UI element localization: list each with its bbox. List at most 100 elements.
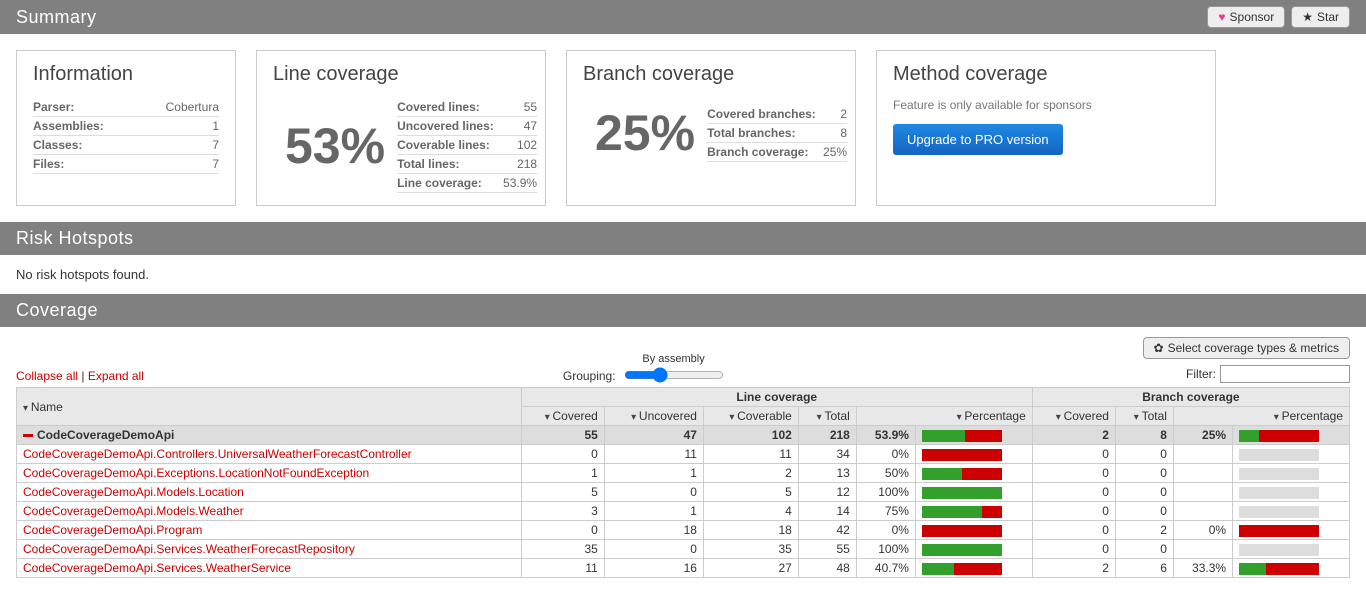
row-name: CodeCoverageDemoApi.Models.Location — [17, 483, 522, 502]
info-key: Assemblies: — [33, 117, 139, 136]
col-covered[interactable]: Covered — [521, 407, 604, 426]
info-val: Cobertura — [139, 98, 219, 117]
col-total[interactable]: Total — [798, 407, 856, 426]
select-metrics-button[interactable]: ✿Select coverage types & metrics — [1143, 337, 1350, 359]
table-row: CodeCoverageDemoApi.Services.WeatherServ… — [17, 559, 1350, 578]
table-row: CodeCoverageDemoApi.Program01818420%020% — [17, 521, 1350, 540]
coverage-table-wrap: Name Line coverage Branch coverage Cover… — [0, 383, 1366, 590]
star-icon: ★ — [1302, 10, 1313, 24]
row-name[interactable]: CodeCoverageDemoApi — [17, 426, 522, 445]
pct-bar — [922, 525, 1002, 537]
branch-big-percent: 25% — [595, 108, 695, 158]
star-button[interactable]: ★ Star — [1291, 6, 1350, 28]
pct-bar — [922, 544, 1002, 556]
controls-left: Collapse all | Expand all — [16, 369, 144, 383]
summary-cards: Information Parser:CoberturaAssemblies:1… — [0, 34, 1366, 222]
row-name: CodeCoverageDemoApi.Models.Weather — [17, 502, 522, 521]
col-b-percentage[interactable]: Percentage — [1173, 407, 1349, 426]
grouping-slider-wrap: By assembly — [624, 353, 724, 383]
col-name[interactable]: Name — [17, 388, 522, 426]
branch-key: Total branches: — [707, 126, 795, 140]
filter-input[interactable] — [1220, 365, 1350, 383]
collapse-all-link[interactable]: Collapse all — [16, 369, 78, 383]
row-name: CodeCoverageDemoApi.Exceptions.LocationN… — [17, 464, 522, 483]
class-link[interactable]: CodeCoverageDemoApi.Models.Weather — [23, 504, 244, 518]
line-kv: Covered lines:55Uncovered lines:47Covera… — [397, 98, 537, 193]
header-buttons: ♥Sponsor ★ Star — [1207, 6, 1350, 28]
upgrade-pro-button[interactable]: Upgrade to PRO version — [893, 124, 1063, 155]
line-val: 53.9% — [503, 176, 537, 190]
pct-bar-empty — [1239, 468, 1319, 480]
grouping-slider-label: By assembly — [642, 353, 704, 365]
pct-bar — [922, 468, 1002, 480]
branch-key: Covered branches: — [707, 107, 816, 121]
group-line: Line coverage — [521, 388, 1032, 407]
line-key: Uncovered lines: — [397, 119, 494, 133]
sponsor-button[interactable]: ♥Sponsor — [1207, 6, 1285, 28]
class-link[interactable]: CodeCoverageDemoApi.Models.Location — [23, 485, 244, 499]
card-branch-coverage: Branch coverage 25% Covered branches:2To… — [566, 50, 856, 206]
col-b-covered[interactable]: Covered — [1032, 407, 1115, 426]
grouping-slider[interactable] — [624, 367, 724, 383]
branch-val: 25% — [823, 145, 847, 159]
card-method-coverage: Method coverage Feature is only availabl… — [876, 50, 1216, 206]
info-key: Parser: — [33, 98, 139, 117]
pct-bar-empty — [1239, 449, 1319, 461]
branch-key: Branch coverage: — [707, 145, 808, 159]
pct-bar — [922, 487, 1002, 499]
info-val: 7 — [139, 136, 219, 155]
controls-sep: | — [78, 369, 88, 383]
pct-bar-empty — [1239, 506, 1319, 518]
collapse-icon[interactable] — [23, 434, 33, 437]
line-val: 218 — [517, 157, 537, 171]
risk-hotspots-bar: Risk Hotspots — [0, 222, 1366, 255]
table-row: CodeCoverageDemoApi.Models.Location50512… — [17, 483, 1350, 502]
star-label: Star — [1317, 10, 1339, 24]
card-line-coverage: Line coverage 53% Covered lines:55Uncove… — [256, 50, 546, 206]
card-information-title: Information — [33, 63, 219, 86]
line-val: 47 — [524, 119, 537, 133]
class-link[interactable]: CodeCoverageDemoApi.Exceptions.LocationN… — [23, 466, 369, 480]
class-link[interactable]: CodeCoverageDemoApi.Services.WeatherFore… — [23, 542, 355, 556]
table-row: CodeCoverageDemoApi.Services.WeatherFore… — [17, 540, 1350, 559]
pct-bar — [922, 430, 1002, 442]
line-key: Coverable lines: — [397, 138, 490, 152]
summary-title: Summary — [16, 7, 97, 28]
line-val: 102 — [517, 138, 537, 152]
group-branch: Branch coverage — [1032, 388, 1349, 407]
pct-bar — [922, 563, 1002, 575]
grouping-label: Grouping: — [563, 369, 616, 383]
coverage-bar: Coverage — [0, 294, 1366, 327]
branch-val: 8 — [840, 126, 847, 140]
row-name: CodeCoverageDemoApi.Controllers.Universa… — [17, 445, 522, 464]
info-table: Parser:CoberturaAssemblies:1Classes:7Fil… — [33, 98, 219, 174]
row-name: CodeCoverageDemoApi.Services.WeatherServ… — [17, 559, 522, 578]
col-percentage[interactable]: Percentage — [856, 407, 1032, 426]
class-link[interactable]: CodeCoverageDemoApi.Controllers.Universa… — [23, 447, 412, 461]
pct-bar — [922, 506, 1002, 518]
class-link[interactable]: CodeCoverageDemoApi.Program — [23, 523, 202, 537]
col-b-total[interactable]: Total — [1115, 407, 1173, 426]
col-coverable[interactable]: Coverable — [703, 407, 798, 426]
gear-icon: ✿ — [1154, 341, 1164, 355]
line-big-percent: 53% — [285, 121, 385, 171]
filter-label: Filter: — [1186, 367, 1216, 381]
card-method-title: Method coverage — [893, 63, 1199, 86]
pct-bar — [1239, 563, 1319, 575]
table-row: CodeCoverageDemoApi.Models.Weather314147… — [17, 502, 1350, 521]
coverage-title: Coverage — [16, 300, 98, 321]
pct-bar — [922, 449, 1002, 461]
coverage-controls: Collapse all | Expand all Grouping: By a… — [0, 327, 1366, 383]
row-name: CodeCoverageDemoApi.Services.WeatherFore… — [17, 540, 522, 559]
col-uncovered[interactable]: Uncovered — [604, 407, 703, 426]
pct-bar — [1239, 525, 1319, 537]
class-link[interactable]: CodeCoverageDemoApi.Services.WeatherServ… — [23, 561, 291, 575]
card-branch-title: Branch coverage — [583, 63, 839, 86]
info-key: Classes: — [33, 136, 139, 155]
expand-all-link[interactable]: Expand all — [88, 369, 144, 383]
card-information: Information Parser:CoberturaAssemblies:1… — [16, 50, 236, 206]
method-note: Feature is only available for sponsors — [893, 98, 1199, 112]
line-key: Covered lines: — [397, 100, 480, 114]
controls-right: ✿Select coverage types & metrics Filter: — [1143, 337, 1350, 383]
info-val: 1 — [139, 117, 219, 136]
